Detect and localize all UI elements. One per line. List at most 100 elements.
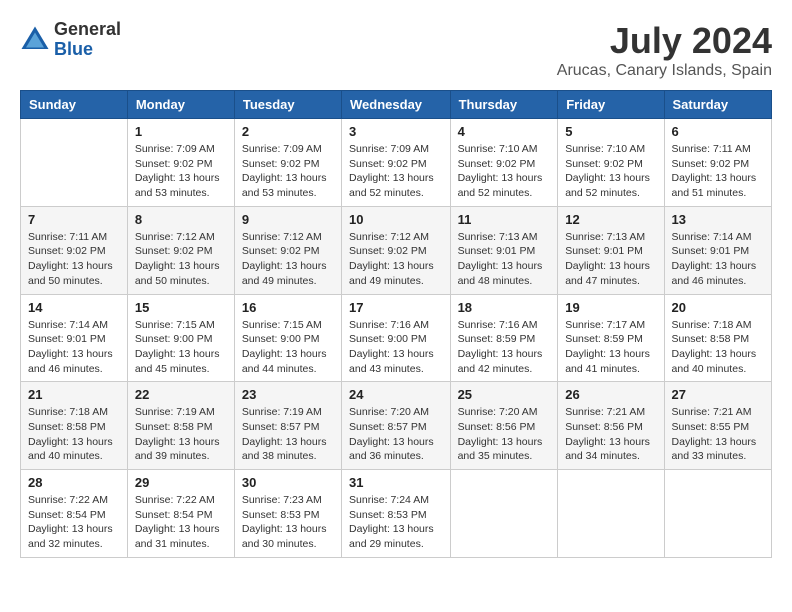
day-cell: 12Sunrise: 7:13 AMSunset: 9:01 PMDayligh… xyxy=(558,206,664,294)
day-info: Sunrise: 7:12 AMSunset: 9:02 PMDaylight:… xyxy=(135,230,227,289)
day-cell: 31 Sunrise: 7:24 AMSunset: 8:53 PMDayligh… xyxy=(342,470,451,558)
day-info: Sunrise: 7:20 AMSunset: 8:56 PMDaylight:… xyxy=(458,405,551,464)
header-saturday: Saturday xyxy=(664,91,771,119)
day-cell: 16 Sunrise: 7:15 AMSunset: 9:00 PMDayligh… xyxy=(234,294,341,382)
day-info: Sunrise: 7:23 AMSunset: 8:53 PMDaylight:… xyxy=(242,493,334,552)
day-info: Sunrise: 7:19 AMSunset: 8:57 PMDaylight:… xyxy=(242,405,334,464)
logo-text: General Blue xyxy=(54,20,121,60)
day-cell: 13 Sunrise: 7:14 AMSunset: 9:01 PMDayligh… xyxy=(664,206,771,294)
day-number: 19 xyxy=(565,300,656,315)
day-cell: 21Sunrise: 7:18 AMSunset: 8:58 PMDayligh… xyxy=(21,382,128,470)
logo-icon xyxy=(20,25,50,55)
day-cell xyxy=(21,119,128,207)
day-cell: 28Sunrise: 7:22 AMSunset: 8:54 PMDayligh… xyxy=(21,470,128,558)
day-number: 26 xyxy=(565,387,656,402)
header-sunday: Sunday xyxy=(21,91,128,119)
day-number: 22 xyxy=(135,387,227,402)
day-cell: 18 Sunrise: 7:16 AMSunset: 8:59 PMDayligh… xyxy=(450,294,558,382)
day-cell: 7Sunrise: 7:11 AMSunset: 9:02 PMDaylight… xyxy=(21,206,128,294)
day-number: 2 xyxy=(242,124,334,139)
day-number: 27 xyxy=(672,387,764,402)
header-friday: Friday xyxy=(558,91,664,119)
day-number: 11 xyxy=(458,212,551,227)
day-cell xyxy=(450,470,558,558)
week-row-1: 1 Sunrise: 7:09 AMSunset: 9:02 PMDaylight… xyxy=(21,119,772,207)
day-number: 9 xyxy=(242,212,334,227)
day-info: Sunrise: 7:21 AMSunset: 8:56 PMDaylight:… xyxy=(565,405,656,464)
day-number: 23 xyxy=(242,387,334,402)
week-row-2: 7Sunrise: 7:11 AMSunset: 9:02 PMDaylight… xyxy=(21,206,772,294)
title-area: July 2024 Arucas, Canary Islands, Spain xyxy=(557,20,772,80)
day-info: Sunrise: 7:20 AMSunset: 8:57 PMDaylight:… xyxy=(349,405,443,464)
day-info: Sunrise: 7:10 AMSunset: 9:02 PMDaylight:… xyxy=(565,142,656,201)
day-cell: 24 Sunrise: 7:20 AMSunset: 8:57 PMDayligh… xyxy=(342,382,451,470)
day-number: 10 xyxy=(349,212,443,227)
day-cell: 17 Sunrise: 7:16 AMSunset: 9:00 PMDayligh… xyxy=(342,294,451,382)
day-cell: 29 Sunrise: 7:22 AMSunset: 8:54 PMDayligh… xyxy=(127,470,234,558)
day-number: 20 xyxy=(672,300,764,315)
day-info: Sunrise: 7:15 AMSunset: 9:00 PMDaylight:… xyxy=(242,318,334,377)
day-info: Sunrise: 7:24 AMSunset: 8:53 PMDaylight:… xyxy=(349,493,443,552)
day-number: 17 xyxy=(349,300,443,315)
header: General Blue July 2024 Arucas, Canary Is… xyxy=(20,20,772,80)
day-info: Sunrise: 7:09 AMSunset: 9:02 PMDaylight:… xyxy=(135,142,227,201)
week-row-4: 21Sunrise: 7:18 AMSunset: 8:58 PMDayligh… xyxy=(21,382,772,470)
header-tuesday: Tuesday xyxy=(234,91,341,119)
location-subtitle: Arucas, Canary Islands, Spain xyxy=(557,62,772,80)
day-number: 29 xyxy=(135,475,227,490)
day-cell: 26 Sunrise: 7:21 AMSunset: 8:56 PMDayligh… xyxy=(558,382,664,470)
day-cell: 22 Sunrise: 7:19 AMSunset: 8:58 PMDayligh… xyxy=(127,382,234,470)
day-info: Sunrise: 7:21 AMSunset: 8:55 PMDaylight:… xyxy=(672,405,764,464)
day-number: 24 xyxy=(349,387,443,402)
week-row-3: 14Sunrise: 7:14 AMSunset: 9:01 PMDayligh… xyxy=(21,294,772,382)
day-cell: 2 Sunrise: 7:09 AMSunset: 9:02 PMDaylight… xyxy=(234,119,341,207)
day-number: 5 xyxy=(565,124,656,139)
day-number: 7 xyxy=(28,212,120,227)
day-cell: 3Sunrise: 7:09 AMSunset: 9:02 PMDaylight… xyxy=(342,119,451,207)
day-number: 18 xyxy=(458,300,551,315)
day-number: 15 xyxy=(135,300,227,315)
day-info: Sunrise: 7:18 AMSunset: 8:58 PMDaylight:… xyxy=(28,405,120,464)
day-number: 13 xyxy=(672,212,764,227)
day-info: Sunrise: 7:22 AMSunset: 8:54 PMDaylight:… xyxy=(28,493,120,552)
day-info: Sunrise: 7:15 AMSunset: 9:00 PMDaylight:… xyxy=(135,318,227,377)
day-info: Sunrise: 7:16 AMSunset: 8:59 PMDaylight:… xyxy=(458,318,551,377)
header-thursday: Thursday xyxy=(450,91,558,119)
day-cell xyxy=(664,470,771,558)
header-row: SundayMondayTuesdayWednesdayThursdayFrid… xyxy=(21,91,772,119)
day-number: 31 xyxy=(349,475,443,490)
day-cell: 20 Sunrise: 7:18 AMSunset: 8:58 PMDayligh… xyxy=(664,294,771,382)
day-info: Sunrise: 7:14 AMSunset: 9:01 PMDaylight:… xyxy=(672,230,764,289)
day-cell: 8Sunrise: 7:12 AMSunset: 9:02 PMDaylight… xyxy=(127,206,234,294)
day-cell: 19Sunrise: 7:17 AMSunset: 8:59 PMDayligh… xyxy=(558,294,664,382)
day-number: 12 xyxy=(565,212,656,227)
day-cell: 1 Sunrise: 7:09 AMSunset: 9:02 PMDaylight… xyxy=(127,119,234,207)
day-cell: 4Sunrise: 7:10 AMSunset: 9:02 PMDaylight… xyxy=(450,119,558,207)
day-info: Sunrise: 7:09 AMSunset: 9:02 PMDaylight:… xyxy=(242,142,334,201)
header-monday: Monday xyxy=(127,91,234,119)
day-number: 30 xyxy=(242,475,334,490)
day-info: Sunrise: 7:12 AMSunset: 9:02 PMDaylight:… xyxy=(349,230,443,289)
day-cell: 5 Sunrise: 7:10 AMSunset: 9:02 PMDaylight… xyxy=(558,119,664,207)
day-number: 6 xyxy=(672,124,764,139)
day-cell: 11 Sunrise: 7:13 AMSunset: 9:01 PMDayligh… xyxy=(450,206,558,294)
day-info: Sunrise: 7:09 AMSunset: 9:02 PMDaylight:… xyxy=(349,142,443,201)
day-info: Sunrise: 7:19 AMSunset: 8:58 PMDaylight:… xyxy=(135,405,227,464)
day-cell xyxy=(558,470,664,558)
day-info: Sunrise: 7:12 AMSunset: 9:02 PMDaylight:… xyxy=(242,230,334,289)
day-info: Sunrise: 7:22 AMSunset: 8:54 PMDaylight:… xyxy=(135,493,227,552)
day-number: 16 xyxy=(242,300,334,315)
day-info: Sunrise: 7:16 AMSunset: 9:00 PMDaylight:… xyxy=(349,318,443,377)
day-cell: 27 Sunrise: 7:21 AMSunset: 8:55 PMDayligh… xyxy=(664,382,771,470)
day-cell: 14Sunrise: 7:14 AMSunset: 9:01 PMDayligh… xyxy=(21,294,128,382)
day-info: Sunrise: 7:13 AMSunset: 9:01 PMDaylight:… xyxy=(458,230,551,289)
day-cell: 6Sunrise: 7:11 AMSunset: 9:02 PMDaylight… xyxy=(664,119,771,207)
week-row-5: 28Sunrise: 7:22 AMSunset: 8:54 PMDayligh… xyxy=(21,470,772,558)
day-number: 14 xyxy=(28,300,120,315)
month-year-title: July 2024 xyxy=(557,20,772,62)
day-number: 1 xyxy=(135,124,227,139)
day-cell: 30 Sunrise: 7:23 AMSunset: 8:53 PMDayligh… xyxy=(234,470,341,558)
day-cell: 15 Sunrise: 7:15 AMSunset: 9:00 PMDayligh… xyxy=(127,294,234,382)
day-cell: 10 Sunrise: 7:12 AMSunset: 9:02 PMDayligh… xyxy=(342,206,451,294)
day-info: Sunrise: 7:18 AMSunset: 8:58 PMDaylight:… xyxy=(672,318,764,377)
